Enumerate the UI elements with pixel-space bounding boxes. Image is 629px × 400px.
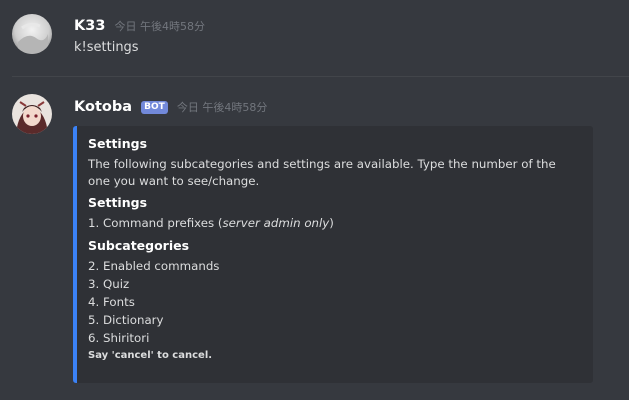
username[interactable]: Kotoba xyxy=(74,99,132,115)
subcategory-item: 3. Quiz xyxy=(88,277,130,291)
timestamp: 今日 午後4時58分 xyxy=(114,20,206,33)
setting-item: 1. Command prefixes (server admin only) xyxy=(88,216,334,230)
user-avatar[interactable] xyxy=(12,14,52,54)
bot-avatar[interactable] xyxy=(12,94,52,134)
username[interactable]: K33 xyxy=(74,18,105,34)
field-value-subcategories: 2. Enabled commands 3. Quiz 4. Fonts 5. … xyxy=(88,257,581,347)
field-value-settings: 1. Command prefixes (server admin only) xyxy=(88,214,581,232)
subcategory-item: 6. Shiritori xyxy=(88,331,150,345)
settings-embed: Settings The following subcategories and… xyxy=(73,126,593,383)
subcategory-item: 5. Dictionary xyxy=(88,313,164,327)
embed-description: The following subcategories and settings… xyxy=(88,157,556,188)
embed-footer: Say 'cancel' to cancel. xyxy=(88,350,213,361)
message-text: k!settings xyxy=(74,40,139,55)
bot-badge: BOT xyxy=(141,101,168,114)
field-name-settings: Settings xyxy=(88,195,148,210)
message-divider xyxy=(12,76,629,77)
subcategory-item: 2. Enabled commands xyxy=(88,259,220,273)
subcategory-item: 4. Fonts xyxy=(88,295,135,309)
field-name-subcategories: Subcategories xyxy=(88,238,190,253)
timestamp: 今日 午後4時58分 xyxy=(176,101,268,114)
embed-title: Settings xyxy=(88,136,148,151)
